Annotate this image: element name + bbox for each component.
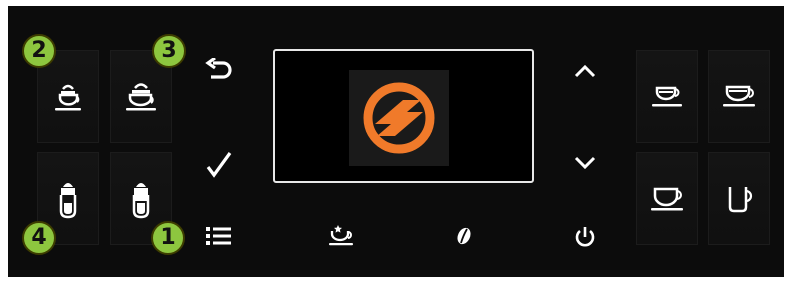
coffee-cup-icon — [651, 187, 683, 210]
espresso-double-cup-icon — [723, 85, 755, 106]
brand-logo — [349, 70, 449, 166]
back-button[interactable] — [200, 56, 238, 86]
up-arrow-icon — [574, 64, 596, 78]
power-button[interactable] — [570, 222, 600, 252]
double-espresso-button[interactable] — [708, 50, 770, 143]
latte-glass-icon — [132, 182, 150, 218]
confirm-button[interactable] — [202, 148, 236, 182]
badge-1: 1 — [151, 221, 185, 255]
down-button[interactable] — [570, 150, 600, 176]
menu-button[interactable] — [202, 222, 236, 250]
badge-4: 4 — [22, 221, 56, 255]
favorite-cup-icon — [329, 225, 353, 246]
bean-button[interactable] — [452, 224, 476, 248]
up-button[interactable] — [570, 58, 600, 84]
power-icon — [575, 227, 595, 247]
down-arrow-icon — [574, 156, 596, 170]
cappuccino-cup-icon — [126, 82, 156, 110]
espresso-cup-icon — [652, 86, 682, 106]
latte-glass-small-icon — [59, 182, 77, 218]
badge-2: 2 — [22, 34, 56, 68]
mug-icon — [728, 186, 753, 212]
mug-button[interactable] — [708, 152, 770, 245]
favorite-button[interactable] — [326, 222, 358, 250]
menu-icon — [206, 227, 231, 245]
coffee-button[interactable] — [636, 152, 698, 245]
back-icon — [205, 58, 232, 79]
espresso-button[interactable] — [636, 50, 698, 143]
check-icon — [206, 152, 232, 178]
brand-logo-icon — [363, 82, 435, 154]
badge-3: 3 — [152, 34, 186, 68]
cappuccino-small-cup-icon — [55, 84, 81, 110]
bean-icon — [457, 227, 471, 245]
